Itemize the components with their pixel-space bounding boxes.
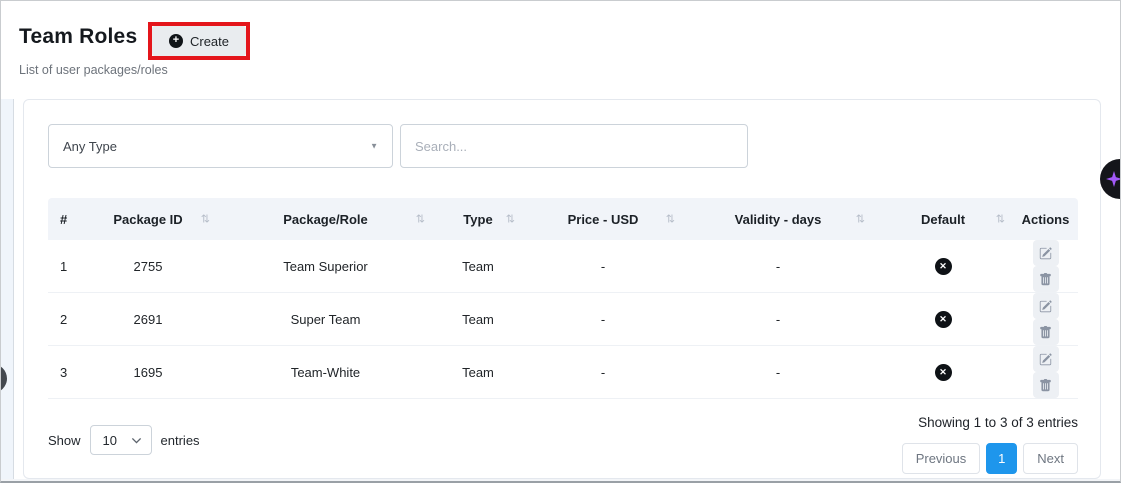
row-index: 1 bbox=[48, 240, 78, 293]
content-card: Any Type ▼ # Package ID⇅ Package/Role⇅ T… bbox=[23, 99, 1101, 479]
table-header-row: # Package ID⇅ Package/Role⇅ Type⇅ Price … bbox=[48, 198, 1078, 240]
row-index: 2 bbox=[48, 293, 78, 346]
current-page-button[interactable]: 1 bbox=[986, 443, 1017, 474]
cell-validity: - bbox=[683, 293, 873, 346]
not-default-icon[interactable]: ✕ bbox=[935, 258, 952, 275]
trash-icon bbox=[1039, 273, 1052, 286]
pencil-square-icon bbox=[1039, 353, 1052, 366]
pencil-square-icon bbox=[1039, 300, 1052, 313]
sort-icon: ⇅ bbox=[416, 213, 425, 226]
sort-icon: ⇅ bbox=[666, 213, 675, 226]
cell-price: - bbox=[523, 346, 683, 399]
next-page-button[interactable]: Next bbox=[1023, 443, 1078, 474]
page-size-control: Show 10 entries bbox=[48, 425, 200, 455]
cell-actions bbox=[1013, 346, 1078, 399]
sparkle-icon bbox=[1106, 171, 1121, 187]
cell-validity: - bbox=[683, 346, 873, 399]
cell-price: - bbox=[523, 240, 683, 293]
entries-label: entries bbox=[161, 433, 200, 448]
cell-package-role: Team-White bbox=[218, 346, 433, 399]
cell-validity: - bbox=[683, 240, 873, 293]
cell-package-role: Super Team bbox=[218, 293, 433, 346]
chevron-down-icon: ▼ bbox=[370, 142, 378, 151]
table-row: 2 2691 Super Team Team - - ✕ bbox=[48, 293, 1078, 346]
team-roles-page: Team Roles + Create List of user package… bbox=[0, 0, 1121, 483]
roles-table: # Package ID⇅ Package/Role⇅ Type⇅ Price … bbox=[48, 198, 1078, 399]
cell-type: Team bbox=[433, 346, 523, 399]
showing-entries-text: Showing 1 to 3 of 3 entries bbox=[918, 415, 1078, 430]
sort-icon: ⇅ bbox=[506, 213, 515, 226]
col-header-default[interactable]: Default⇅ bbox=[873, 198, 1013, 240]
ai-assistant-button[interactable] bbox=[1100, 159, 1121, 199]
page-title: Team Roles bbox=[19, 25, 137, 49]
col-header-actions: Actions bbox=[1013, 198, 1078, 240]
edit-button[interactable] bbox=[1033, 346, 1059, 372]
filter-bar: Any Type ▼ bbox=[48, 124, 1076, 168]
type-filter-value: Any Type bbox=[63, 139, 117, 154]
delete-button[interactable] bbox=[1033, 319, 1059, 345]
delete-button[interactable] bbox=[1033, 266, 1059, 292]
plus-circle-icon: + bbox=[169, 34, 183, 48]
col-header-price[interactable]: Price - USD⇅ bbox=[523, 198, 683, 240]
delete-button[interactable] bbox=[1033, 372, 1059, 398]
sort-icon: ⇅ bbox=[996, 213, 1005, 226]
pencil-square-icon bbox=[1039, 247, 1052, 260]
col-header-index: # bbox=[48, 198, 78, 240]
cell-actions bbox=[1013, 293, 1078, 346]
sort-icon: ⇅ bbox=[856, 213, 865, 226]
trash-icon bbox=[1039, 379, 1052, 392]
cell-type: Team bbox=[433, 293, 523, 346]
cell-type: Team bbox=[433, 240, 523, 293]
edit-button[interactable] bbox=[1033, 240, 1059, 266]
row-index: 3 bbox=[48, 346, 78, 399]
cell-actions bbox=[1013, 240, 1078, 293]
col-header-validity[interactable]: Validity - days⇅ bbox=[683, 198, 873, 240]
edit-button[interactable] bbox=[1033, 293, 1059, 319]
page-size-select[interactable]: 10 bbox=[90, 425, 152, 455]
table-row: 3 1695 Team-White Team - - ✕ bbox=[48, 346, 1078, 399]
not-default-icon[interactable]: ✕ bbox=[935, 311, 952, 328]
show-label: Show bbox=[48, 433, 81, 448]
sort-icon: ⇅ bbox=[201, 213, 210, 226]
not-default-icon[interactable]: ✕ bbox=[935, 364, 952, 381]
page-subtitle: List of user packages/roles bbox=[19, 63, 168, 77]
trash-icon bbox=[1039, 326, 1052, 339]
cell-package-id: 2691 bbox=[78, 293, 218, 346]
page-size-value: 10 bbox=[103, 433, 117, 448]
cell-package-id: 2755 bbox=[78, 240, 218, 293]
previous-page-button[interactable]: Previous bbox=[902, 443, 981, 474]
cell-package-role: Team Superior bbox=[218, 240, 433, 293]
cell-price: - bbox=[523, 293, 683, 346]
chevron-down-icon bbox=[131, 435, 142, 446]
cell-default: ✕ bbox=[873, 293, 1013, 346]
create-button-label: Create bbox=[190, 34, 229, 49]
table-footer: Show 10 entries Showing 1 to 3 of 3 entr… bbox=[48, 413, 1078, 474]
annotation-highlight: + Create bbox=[148, 22, 250, 60]
col-header-package-role[interactable]: Package/Role⇅ bbox=[218, 198, 433, 240]
search-input[interactable] bbox=[400, 124, 748, 168]
cell-default: ✕ bbox=[873, 240, 1013, 293]
pagination: Previous 1 Next bbox=[902, 443, 1078, 474]
col-header-type[interactable]: Type⇅ bbox=[433, 198, 523, 240]
col-header-package-id[interactable]: Package ID⇅ bbox=[78, 198, 218, 240]
left-edge-panel bbox=[1, 99, 14, 483]
type-filter-select[interactable]: Any Type ▼ bbox=[48, 124, 393, 168]
cell-default: ✕ bbox=[873, 346, 1013, 399]
cell-package-id: 1695 bbox=[78, 346, 218, 399]
create-button[interactable]: + Create bbox=[152, 26, 246, 56]
bottom-edge-strip bbox=[1, 479, 1120, 483]
table-row: 1 2755 Team Superior Team - - ✕ bbox=[48, 240, 1078, 293]
